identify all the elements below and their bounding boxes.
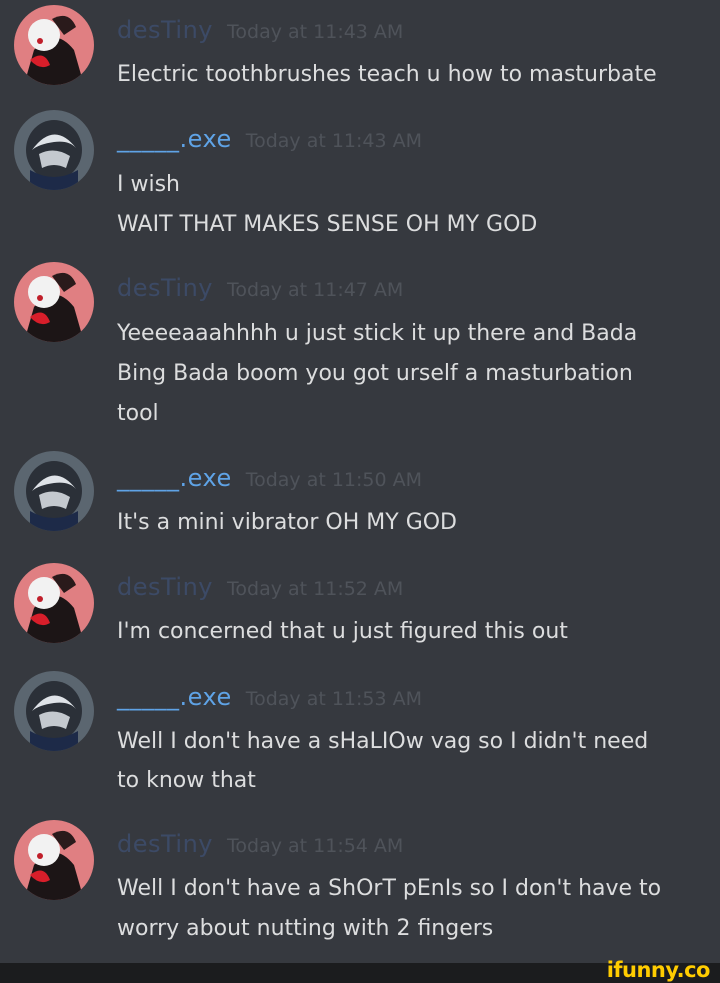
avatar[interactable] (14, 262, 94, 342)
message-header: _____.exe Today at 11:50 AM (117, 464, 422, 494)
message-text: I wish (117, 172, 180, 197)
message-text: Electric toothbrushes teach u how to mas… (117, 62, 657, 87)
message-text: Well I don't have a sHaLIOw vag so I did… (117, 729, 649, 754)
timestamp: Today at 11:54 AM (227, 835, 404, 857)
message-text: Yeeeeaaahhhh u just stick it up there an… (117, 321, 638, 346)
avatar[interactable] (14, 5, 94, 85)
message-header: desTiny Today at 11:54 AM (117, 830, 403, 860)
destiny-avatar-icon (14, 262, 94, 342)
username[interactable]: desTiny (117, 16, 213, 44)
message-text: worry about nutting with 2 fingers (117, 916, 494, 941)
avatar[interactable] (14, 563, 94, 643)
username[interactable]: _____.exe (117, 683, 232, 711)
message-header: _____.exe Today at 11:43 AM (117, 125, 422, 155)
message-header: _____.exe Today at 11:53 AM (117, 683, 422, 713)
timestamp: Today at 11:47 AM (227, 279, 404, 301)
watermark-bar: ifunny.co (0, 958, 720, 983)
message-text: Well I don't have a ShOrT pEnIs so I don… (117, 876, 662, 901)
ifunny-watermark: ifunny.co (606, 958, 711, 982)
message-header: desTiny Today at 11:47 AM (117, 274, 403, 304)
avatar[interactable] (14, 110, 94, 190)
username[interactable]: desTiny (117, 573, 213, 601)
exe-avatar-icon (14, 451, 94, 531)
timestamp: Today at 11:52 AM (227, 578, 404, 600)
username[interactable]: desTiny (117, 274, 213, 302)
message-header: desTiny Today at 11:52 AM (117, 573, 403, 603)
destiny-avatar-icon (14, 563, 94, 643)
timestamp: Today at 11:53 AM (245, 688, 423, 710)
chat-log: desTiny Today at 11:43 AM Electric toothb… (0, 0, 720, 963)
timestamp: Today at 11:43 AM (227, 21, 404, 43)
avatar[interactable] (14, 820, 94, 900)
avatar[interactable] (14, 671, 94, 751)
message-text: It's a mini vibrator OH MY GOD (117, 510, 458, 535)
message-header: desTiny Today at 11:43 AM (117, 16, 403, 46)
destiny-avatar-icon (14, 5, 94, 85)
message-text: to know that (117, 768, 256, 793)
username[interactable]: _____.exe (117, 125, 232, 153)
message-text: I'm concerned that u just figured this o… (117, 619, 568, 644)
timestamp: Today at 11:50 AM (245, 469, 423, 491)
exe-avatar-icon (14, 671, 94, 751)
message-text: Bing Bada boom you got urself a masturba… (117, 361, 633, 386)
username[interactable]: _____.exe (117, 464, 232, 492)
destiny-avatar-icon (14, 820, 94, 900)
exe-avatar-icon (14, 110, 94, 190)
message-text: WAIT THAT MAKES SENSE OH MY GOD (117, 212, 538, 237)
username[interactable]: desTiny (117, 830, 213, 858)
avatar[interactable] (14, 451, 94, 531)
message-text: tool (117, 401, 159, 426)
timestamp: Today at 11:43 AM (245, 130, 423, 152)
